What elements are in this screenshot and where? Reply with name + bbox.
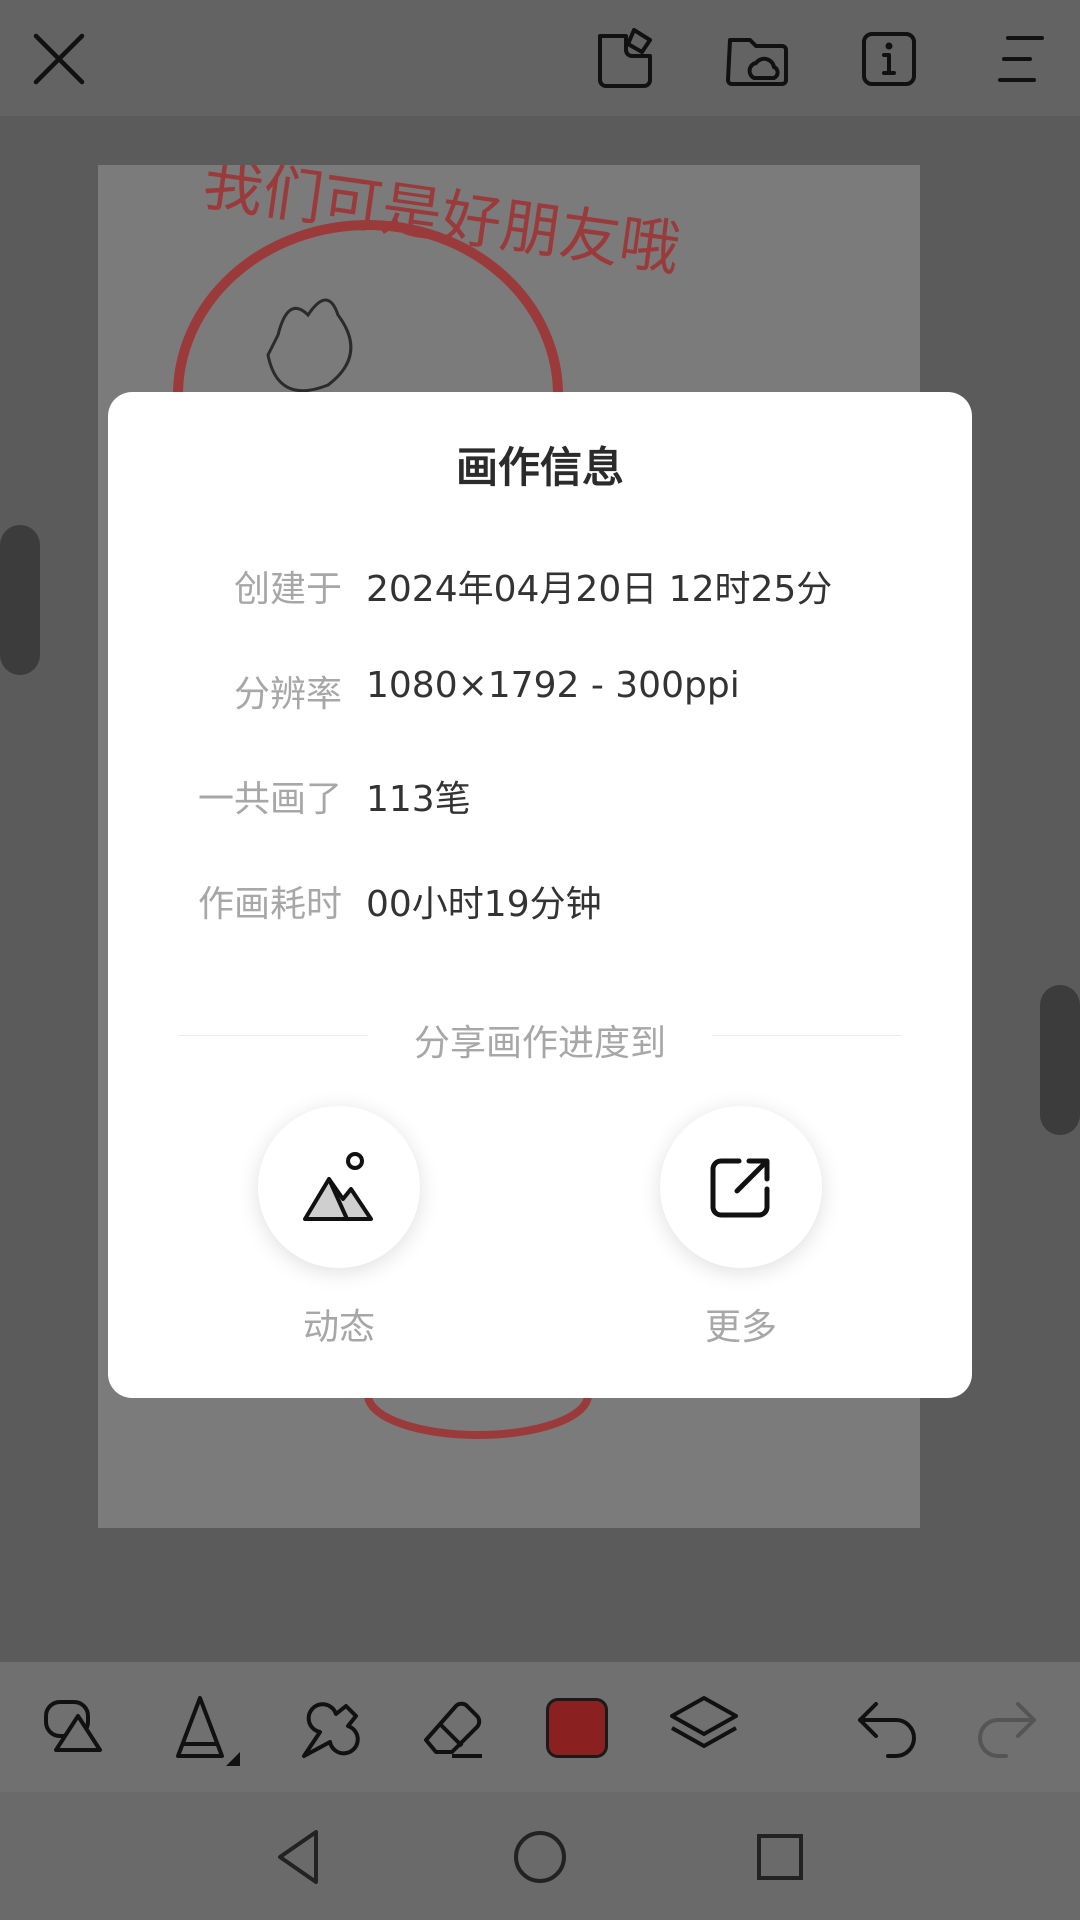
info-value: 2024年04月20日 12时25分 <box>366 569 833 610</box>
card-icon[interactable] <box>592 26 658 92</box>
share-caption: 分享画作进度到 <box>413 1023 666 1064</box>
info-row-strokes: 一共画了 113笔 <box>108 770 972 830</box>
close-icon[interactable] <box>26 26 92 92</box>
info-label: 一共画了 <box>197 779 342 820</box>
color-swatch[interactable] <box>546 1698 608 1758</box>
info-value: 1080×1792 - 300ppi <box>366 665 740 706</box>
redo-icon[interactable] <box>966 1686 1046 1766</box>
menu-icon[interactable] <box>988 26 1054 92</box>
cloud-folder-icon[interactable] <box>724 26 790 92</box>
share-moments-button[interactable] <box>258 1106 420 1268</box>
bottom-toolbar <box>0 1662 1080 1792</box>
info-label: 作画耗时 <box>197 884 342 925</box>
smudge-icon[interactable] <box>286 1686 366 1766</box>
home-icon[interactable] <box>505 1822 575 1892</box>
info-label: 创建于 <box>233 569 342 610</box>
info-row-duration: 作画耗时 00小时19分钟 <box>108 875 972 935</box>
right-slider-handle[interactable] <box>1040 985 1080 1135</box>
undo-icon[interactable] <box>848 1686 928 1766</box>
share-more-button[interactable] <box>660 1106 822 1268</box>
back-icon[interactable] <box>264 1822 334 1892</box>
share-moments-label: 动态 <box>302 1307 375 1348</box>
recents-icon[interactable] <box>745 1822 815 1892</box>
navigation-bar <box>0 1792 1080 1920</box>
drawing-text: 我们可是好朋友哦 <box>199 165 684 285</box>
dialog-title: 画作信息 <box>455 443 624 492</box>
eraser-icon[interactable] <box>412 1686 492 1766</box>
shapes-icon[interactable] <box>34 1686 114 1766</box>
artwork-info-dialog: 画作信息 创建于 2024年04月20日 12时25分 分辨率 1080×179… <box>108 392 972 1398</box>
layers-icon[interactable] <box>664 1686 744 1766</box>
info-value: 00小时19分钟 <box>366 884 602 925</box>
share-external-icon <box>710 1158 770 1218</box>
info-icon[interactable] <box>856 26 922 92</box>
info-value: 113笔 <box>366 779 471 820</box>
mountain-image-icon <box>303 1152 373 1221</box>
info-row-resolution: 分辨率 1080×1792 - 300ppi <box>108 665 972 725</box>
share-more-label: 更多 <box>704 1307 777 1348</box>
info-label: 分辨率 <box>233 674 342 715</box>
left-slider-handle[interactable] <box>0 525 40 675</box>
info-row-created: 创建于 2024年04月20日 12时25分 <box>108 560 972 620</box>
pencil-icon[interactable] <box>160 1686 240 1766</box>
top-bar <box>0 0 1080 116</box>
